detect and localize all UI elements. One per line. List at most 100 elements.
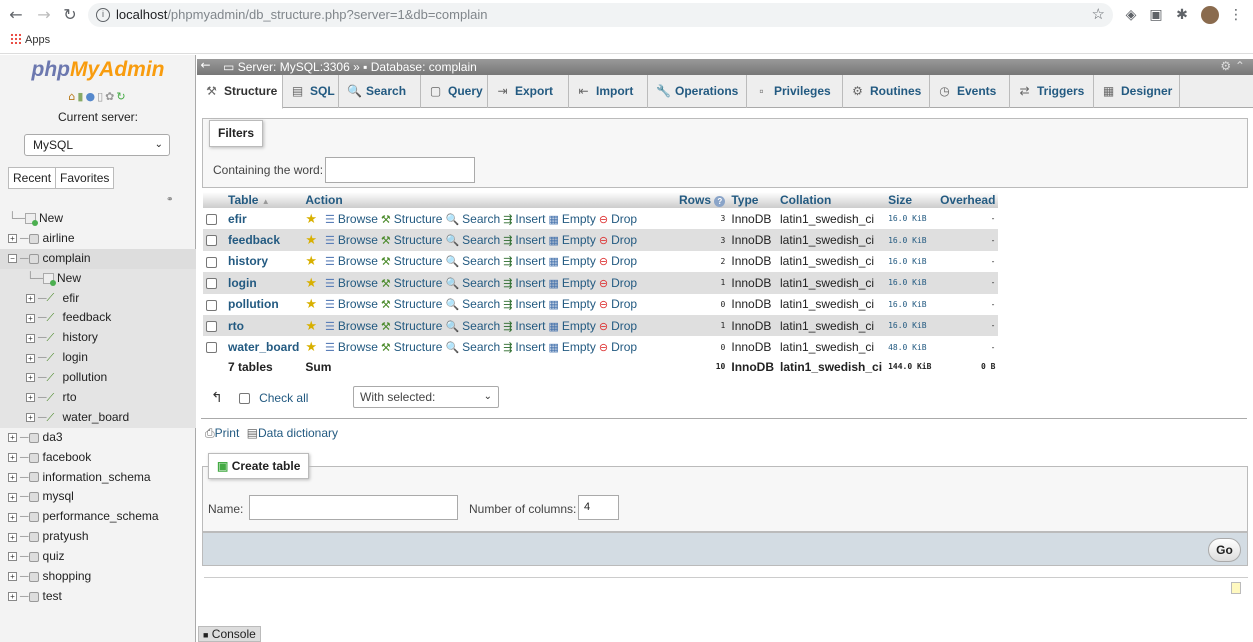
drop-icon[interactable]: ⊖	[599, 341, 608, 354]
structure-icon[interactable]: ⚒	[381, 255, 391, 268]
table-name-link[interactable]: pollution	[225, 293, 303, 315]
table-size[interactable]: 16.0 KiB	[885, 229, 938, 251]
empty-icon[interactable]: ▦	[548, 234, 558, 247]
action-search-link[interactable]: Search	[462, 297, 500, 311]
tab-query[interactable]: ▢ Query	[421, 75, 488, 108]
expand-icon[interactable]: +	[8, 453, 17, 463]
tab-events[interactable]: ◷ Events	[930, 75, 1010, 108]
empty-icon[interactable]: ▦	[548, 320, 558, 333]
expand-icon[interactable]: +	[26, 293, 35, 303]
header-collation[interactable]: Collation	[777, 192, 886, 208]
action-browse-link[interactable]: Browse	[338, 319, 378, 333]
tree-db-item[interactable]: + ─ performance_schema	[0, 507, 196, 527]
empty-icon[interactable]: ▦	[548, 298, 558, 311]
reload-nav-icon[interactable]: ↻	[116, 90, 127, 103]
server-select[interactable]: MySQL ⌄	[24, 134, 170, 156]
breadcrumb-server[interactable]: Server: MySQL:3306	[238, 60, 350, 74]
tab-export[interactable]: ⇥ Export	[488, 75, 569, 108]
collapse-arrow-icon[interactable]: ←	[199, 59, 212, 73]
search-icon[interactable]: 🔍	[445, 320, 459, 333]
row-checkbox[interactable]	[206, 278, 217, 290]
tab-structure[interactable]: ⚒ Structure	[197, 75, 283, 109]
action-insert-link[interactable]: Insert	[515, 254, 545, 268]
action-empty-link[interactable]: Empty	[562, 319, 596, 333]
check-all-label[interactable]: Check all	[259, 391, 308, 405]
drop-icon[interactable]: ⊖	[599, 277, 608, 290]
expand-icon[interactable]: +	[26, 413, 35, 423]
table-name-link[interactable]: login	[225, 272, 303, 294]
search-icon[interactable]: 🔍	[445, 234, 459, 247]
tree-table-item[interactable]: + ─⟋ water_board	[0, 407, 196, 428]
bookmark-star-icon[interactable]: ☆	[1092, 3, 1105, 27]
extension-icon[interactable]: ◈	[1122, 6, 1140, 24]
tree-new-item[interactable]: └─ New	[0, 268, 196, 289]
browse-icon[interactable]: ☰	[325, 234, 335, 247]
action-search-link[interactable]: Search	[462, 233, 500, 247]
action-empty-link[interactable]: Empty	[562, 297, 596, 311]
note-icon[interactable]	[1231, 582, 1241, 594]
empty-icon[interactable]: ▦	[548, 255, 558, 268]
search-icon[interactable]: 🔍	[445, 298, 459, 311]
avatar[interactable]	[1201, 6, 1219, 24]
empty-icon[interactable]: ▦	[548, 213, 558, 226]
header-rows[interactable]: Rows ?	[672, 192, 729, 208]
extension-icon[interactable]: ▣	[1147, 6, 1165, 24]
action-insert-link[interactable]: Insert	[515, 319, 545, 333]
tree-table-item[interactable]: + ─⟋ efir	[0, 288, 196, 309]
search-icon[interactable]: 🔍	[445, 341, 459, 354]
table-name-link[interactable]: history	[225, 250, 303, 273]
action-structure-link[interactable]: Structure	[394, 340, 443, 354]
printer-icon[interactable]: ⎙	[205, 426, 215, 440]
insert-icon[interactable]: ⇶	[503, 213, 512, 226]
tab-search[interactable]: 🔍 Search	[339, 75, 421, 108]
tree-db-item[interactable]: + ─ quiz	[0, 547, 196, 567]
table-name-input[interactable]	[249, 495, 458, 520]
action-structure-link[interactable]: Structure	[394, 276, 443, 290]
dictionary-icon[interactable]: ▤	[247, 426, 258, 440]
expand-icon[interactable]: +	[8, 572, 17, 582]
columns-input[interactable]: 4	[578, 495, 619, 520]
header-table[interactable]: Table ▲	[225, 192, 303, 208]
tab-favorites[interactable]: Favorites	[55, 167, 115, 189]
favorite-star-icon[interactable]: ★	[305, 275, 317, 290]
expand-icon[interactable]: +	[26, 353, 35, 363]
with-selected-select[interactable]: With selected: ⌄	[353, 386, 499, 408]
tree-new-item[interactable]: └─ New	[0, 209, 196, 229]
gear-icon[interactable]: ⚙ ⌃	[1220, 59, 1245, 73]
tree-table-item[interactable]: + ─⟋ feedback	[0, 308, 196, 329]
action-structure-link[interactable]: Structure	[394, 319, 443, 333]
expand-icon[interactable]: +	[26, 333, 35, 343]
action-drop-link[interactable]: Drop	[611, 319, 637, 333]
expand-icon[interactable]: +	[8, 234, 17, 244]
expand-icon[interactable]: +	[26, 313, 35, 323]
action-drop-link[interactable]: Drop	[611, 233, 637, 247]
insert-icon[interactable]: ⇶	[503, 320, 512, 333]
browse-icon[interactable]: ☰	[325, 341, 335, 354]
header-type[interactable]: Type	[728, 192, 778, 208]
reload-icon[interactable]: ↻	[60, 5, 80, 25]
table-name-link[interactable]: efir	[225, 208, 303, 230]
data-dictionary-link[interactable]: Data dictionary	[258, 426, 338, 440]
browse-icon[interactable]: ☰	[325, 298, 335, 311]
tree-db-item[interactable]: − ─ complain	[0, 248, 196, 269]
structure-icon[interactable]: ⚒	[381, 213, 391, 226]
breadcrumb-database[interactable]: Database: complain	[371, 60, 477, 74]
browse-icon[interactable]: ☰	[325, 277, 335, 290]
favorite-star-icon[interactable]: ★	[305, 211, 317, 226]
table-size[interactable]: 16.0 KiB	[885, 208, 938, 230]
tree-table-item[interactable]: + ─⟋ pollution	[0, 368, 196, 389]
action-empty-link[interactable]: Empty	[562, 276, 596, 290]
help-icon[interactable]: ?	[714, 196, 726, 207]
action-insert-link[interactable]: Insert	[515, 340, 545, 354]
action-insert-link[interactable]: Insert	[515, 297, 545, 311]
action-search-link[interactable]: Search	[462, 340, 500, 354]
action-structure-link[interactable]: Structure	[394, 233, 443, 247]
action-drop-link[interactable]: Drop	[611, 212, 637, 226]
action-insert-link[interactable]: Insert	[515, 212, 545, 226]
address-bar[interactable]: i localhost/phpmyadmin/db_structure.php?…	[88, 3, 1113, 27]
tree-db-item[interactable]: + ─ shopping	[0, 567, 196, 587]
action-drop-link[interactable]: Drop	[611, 254, 637, 268]
browse-icon[interactable]: ☰	[325, 213, 335, 226]
row-checkbox[interactable]	[206, 235, 217, 247]
help-icon[interactable]: ●	[85, 90, 97, 103]
